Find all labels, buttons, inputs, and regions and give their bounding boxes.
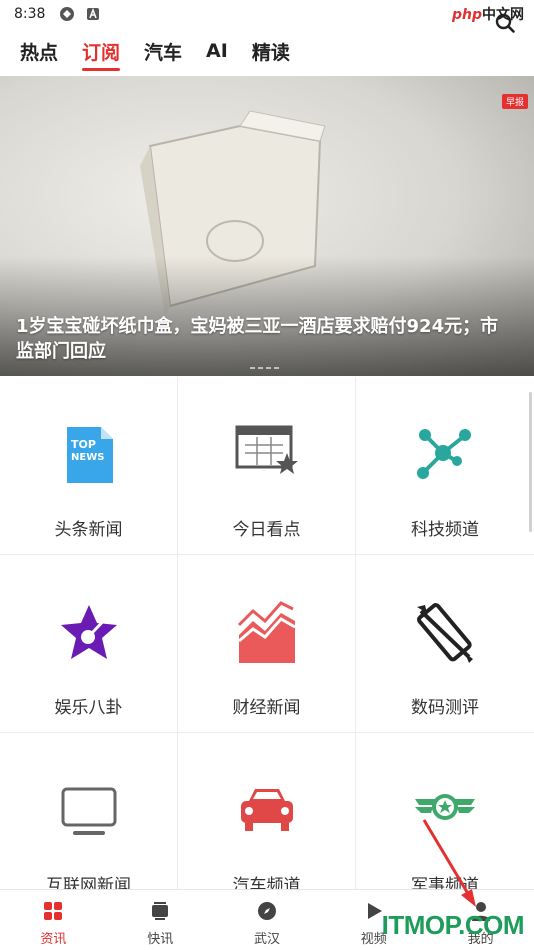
tab-ai[interactable]: AI <box>206 40 228 68</box>
channel-label: 互联网新闻 <box>46 876 131 889</box>
molecule-icon <box>417 429 471 479</box>
nav-news[interactable]: 资讯 <box>0 890 107 950</box>
channel-grid: TOP NEWS 头条新闻 今日看点 科技频道 娱乐八卦 财经新闻 数码测评 互… <box>0 377 534 889</box>
nav-wuhan[interactable]: 武汉 <box>214 890 321 950</box>
phone-tools-icon <box>417 603 473 663</box>
hero-pager <box>250 367 279 369</box>
app-notification-icon <box>60 7 75 21</box>
hero-banner[interactable]: 早报 1岁宝宝碰坏纸巾盒，宝妈被三亚一酒店要求赔付924元；市监部门回应 <box>0 76 534 376</box>
channel-label: 科技频道 <box>411 520 479 540</box>
svg-text:NEWS: NEWS <box>71 452 104 463</box>
a-notification-icon <box>87 7 100 20</box>
scrollbar[interactable] <box>529 392 532 532</box>
car-icon <box>240 789 293 831</box>
trend-chart-icon <box>237 601 296 663</box>
svg-text:TOP: TOP <box>71 438 96 451</box>
military-wings-icon <box>415 794 475 820</box>
status-time: 8:38 <box>14 6 46 22</box>
monitor-icon <box>61 787 116 835</box>
calendar-star-icon <box>235 425 298 474</box>
star-guitar-icon <box>60 605 117 659</box>
channel-label: 今日看点 <box>232 520 301 540</box>
channel-today[interactable]: 今日看点 <box>178 377 356 555</box>
tab-auto[interactable]: 汽车 <box>144 38 182 71</box>
channel-internet[interactable]: 互联网新闻 <box>0 733 178 889</box>
itmop-watermark: ITMOP.COM <box>381 910 525 940</box>
channel-label: 数码测评 <box>411 698 479 718</box>
channel-label: 娱乐八卦 <box>54 698 123 718</box>
top-news-icon: TOP NEWS <box>66 427 113 483</box>
channel-finance[interactable]: 财经新闻 <box>178 555 356 733</box>
hero-badge: 早报 <box>501 94 528 109</box>
tab-deep-read[interactable]: 精读 <box>252 38 290 71</box>
channel-label: 财经新闻 <box>232 698 301 718</box>
channel-digital[interactable]: 数码测评 <box>356 555 534 733</box>
channel-entertainment[interactable]: 娱乐八卦 <box>0 555 178 733</box>
search-icon[interactable] <box>494 12 516 34</box>
top-tabs: 热点 订阅 汽车 AI 精读 <box>0 28 534 74</box>
hero-title[interactable]: 1岁宝宝碰坏纸巾盒，宝妈被三亚一酒店要求赔付924元；市监部门回应 <box>16 314 516 364</box>
nav-label: 武汉 <box>253 932 280 947</box>
nav-label: 资讯 <box>40 932 67 947</box>
channel-military[interactable]: 军事频道 <box>356 733 534 889</box>
tab-hot[interactable]: 热点 <box>20 38 58 71</box>
channel-label: 头条新闻 <box>54 520 123 540</box>
tab-subscribe[interactable]: 订阅 <box>82 38 121 71</box>
tv-icon <box>152 902 169 920</box>
nav-label: 快讯 <box>147 932 174 947</box>
grid-icon <box>44 902 63 920</box>
channel-tech[interactable]: 科技频道 <box>356 377 534 555</box>
watermark-php: php <box>451 7 482 23</box>
channel-top-news[interactable]: TOP NEWS 头条新闻 <box>0 377 178 555</box>
compass-icon <box>257 902 276 920</box>
channel-auto[interactable]: 汽车频道 <box>178 733 356 889</box>
nav-flash[interactable]: 快讯 <box>107 890 214 950</box>
channel-label: 汽车频道 <box>232 876 301 889</box>
channel-label: 军事频道 <box>411 876 479 889</box>
